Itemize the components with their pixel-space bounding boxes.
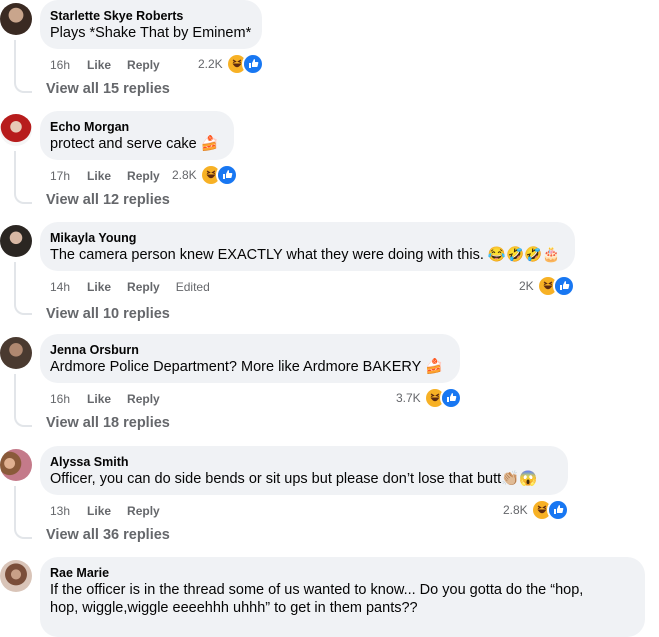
comment-bubble: Jenna Orsburn Ardmore Police Department?… — [40, 334, 460, 383]
reaction-summary[interactable]: 2.8K — [172, 164, 238, 186]
comment-1: Starlette Skye Roberts Plays *Shake That… — [0, 0, 659, 111]
thread-line — [14, 262, 32, 315]
thread-line — [14, 151, 32, 204]
comment-author[interactable]: Mikayla Young — [50, 230, 563, 246]
comment-bubble: Mikayla Young The camera person knew EXA… — [40, 222, 575, 271]
comment-bubble: Starlette Skye Roberts Plays *Shake That… — [40, 0, 262, 49]
thread-line — [14, 40, 32, 93]
comment-text-line-2: hop, wiggle,wiggle eeeehhh uhhh” to get … — [50, 600, 418, 616]
reaction-summary[interactable]: 2.8K — [503, 499, 569, 521]
comment-3: Mikayla Young The camera person knew EXA… — [0, 222, 659, 333]
view-replies-link[interactable]: View all 18 replies — [46, 415, 170, 431]
reaction-count: 2.2K — [198, 57, 223, 71]
reply-button[interactable]: Reply — [127, 169, 160, 183]
comment-author[interactable]: Echo Morgan — [50, 119, 222, 135]
comment-2: Echo Morgan protect and serve cake 🍰 17h… — [0, 111, 659, 222]
comment-time[interactable]: 16h — [50, 392, 70, 406]
avatar[interactable] — [0, 560, 32, 592]
comment-meta: 16h Like Reply — [50, 390, 176, 408]
like-reaction-icon — [241, 53, 264, 75]
comment-text: Plays *Shake That by Eminem* — [50, 25, 252, 41]
reply-button[interactable]: Reply — [127, 504, 160, 518]
view-replies-link[interactable]: View all 10 replies — [46, 306, 170, 322]
comment-author[interactable]: Jenna Orsburn — [50, 342, 448, 358]
comment-4: Jenna Orsburn Ardmore Police Department?… — [0, 334, 659, 445]
comment-author[interactable]: Starlette Skye Roberts — [50, 8, 250, 24]
reaction-count: 2.8K — [503, 503, 528, 517]
view-replies-link[interactable]: View all 36 replies — [46, 527, 170, 543]
reply-button[interactable]: Reply — [127, 280, 160, 294]
view-replies-link[interactable]: View all 15 replies — [46, 81, 170, 97]
thread-line — [14, 486, 32, 539]
reaction-summary[interactable]: 2K — [519, 275, 575, 297]
comment-bubble: Alyssa Smith Officer, you can do side be… — [40, 446, 568, 495]
avatar[interactable] — [0, 114, 32, 146]
reaction-count: 3.7K — [396, 391, 421, 405]
like-reaction-icon — [439, 387, 462, 409]
avatar[interactable] — [0, 225, 32, 257]
comment-6: Rae Marie If the officer is in the threa… — [0, 557, 659, 637]
comment-time[interactable]: 16h — [50, 58, 70, 72]
avatar[interactable] — [0, 449, 32, 481]
thread-line — [14, 374, 32, 427]
reaction-count: 2K — [519, 279, 534, 293]
comment-meta: 13h Like Reply — [50, 502, 176, 520]
reply-button[interactable]: Reply — [127, 58, 160, 72]
comment-text-line-1: If the officer is in the thread some of … — [50, 582, 584, 598]
comment-bubble: Echo Morgan protect and serve cake 🍰 — [40, 111, 234, 160]
like-button[interactable]: Like — [87, 504, 111, 518]
comment-meta: 14h Like Reply Edited — [50, 278, 210, 296]
comment-time[interactable]: 17h — [50, 169, 70, 183]
comment-text: Ardmore Police Department? More like Ard… — [50, 359, 444, 375]
comment-author[interactable]: Alyssa Smith — [50, 454, 556, 470]
like-button[interactable]: Like — [87, 280, 111, 294]
comment-text: Officer, you can do side bends or sit up… — [50, 471, 538, 487]
comment-meta: 16h Like Reply — [50, 56, 176, 74]
like-button[interactable]: Like — [87, 169, 111, 183]
comment-text: The camera person knew EXACTLY what they… — [50, 247, 561, 263]
reply-button[interactable]: Reply — [127, 392, 160, 406]
comment-bubble: Rae Marie If the officer is in the threa… — [40, 557, 645, 637]
reaction-summary[interactable]: 3.7K — [396, 387, 462, 409]
like-reaction-icon — [552, 275, 575, 297]
like-reaction-icon — [215, 164, 238, 186]
view-replies-link[interactable]: View all 12 replies — [46, 192, 170, 208]
comment-text: protect and serve cake 🍰 — [50, 136, 219, 152]
reaction-count: 2.8K — [172, 168, 197, 182]
comment-time[interactable]: 13h — [50, 504, 70, 518]
like-button[interactable]: Like — [87, 392, 111, 406]
comment-meta: 17h Like Reply — [50, 167, 176, 185]
like-reaction-icon — [546, 499, 569, 521]
like-button[interactable]: Like — [87, 58, 111, 72]
comment-5: Alyssa Smith Officer, you can do side be… — [0, 446, 659, 557]
edited-label: Edited — [175, 280, 210, 294]
comment-author[interactable]: Rae Marie — [50, 565, 633, 581]
reaction-summary[interactable]: 2.2K — [198, 53, 264, 75]
comment-time[interactable]: 14h — [50, 280, 70, 294]
avatar[interactable] — [0, 337, 32, 369]
avatar[interactable] — [0, 3, 32, 35]
